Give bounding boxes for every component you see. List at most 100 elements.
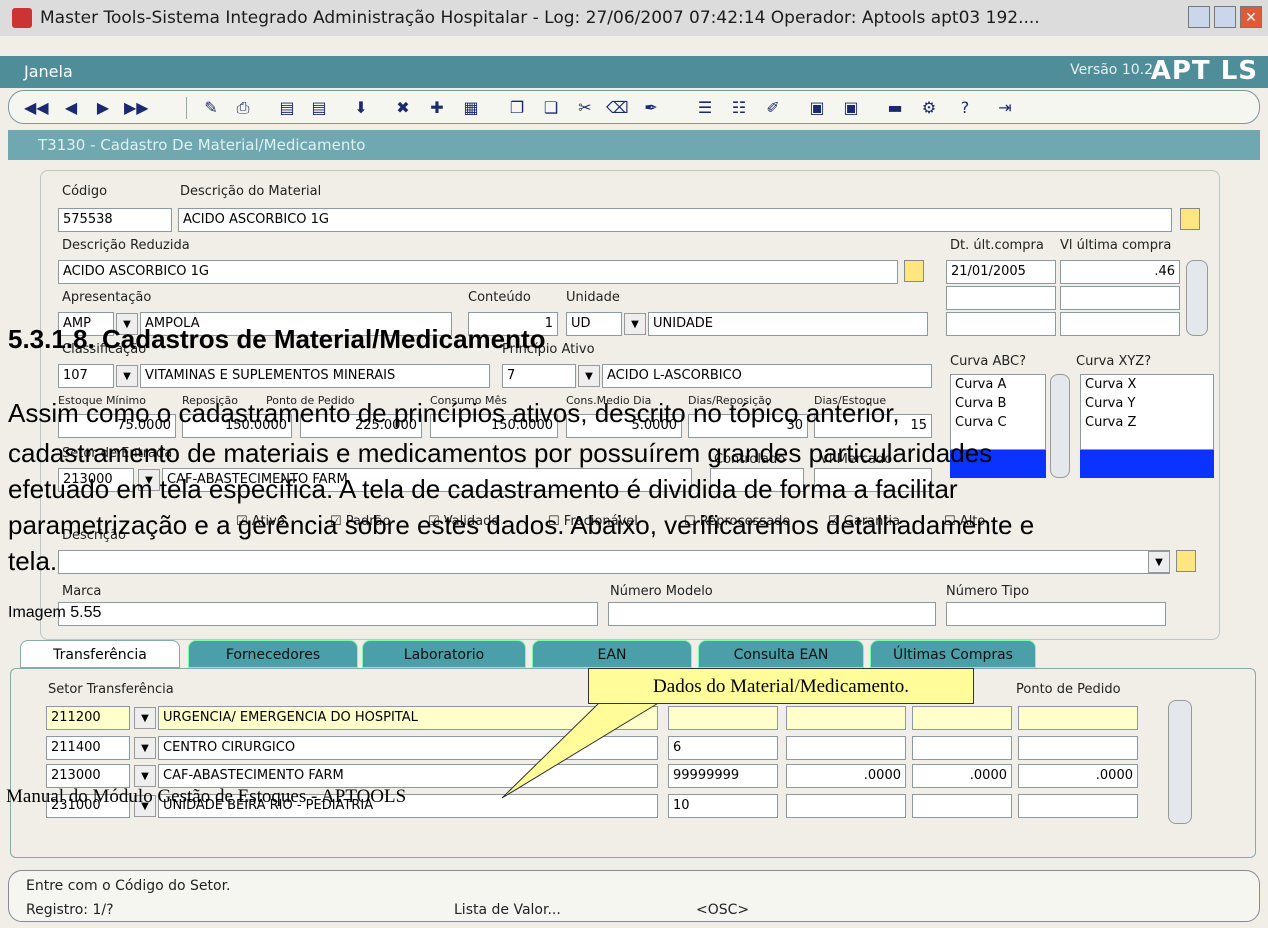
- close-icon[interactable]: ✕: [1240, 6, 1262, 28]
- document-line: tela.: [8, 546, 58, 576]
- classificacao-code-field[interactable]: 107: [58, 364, 114, 388]
- curva-xyz-list[interactable]: Curva X Curva Y Curva Z: [1080, 374, 1214, 450]
- list-icon[interactable]: ☰: [694, 97, 716, 119]
- help-icon[interactable]: ?: [954, 97, 976, 119]
- principio-desc-field[interactable]: ACIDO L-ASCORBICO: [602, 364, 932, 388]
- query-icon[interactable]: ▤: [276, 97, 298, 119]
- next-record-icon[interactable]: ▶: [92, 97, 114, 119]
- note-icon[interactable]: [1176, 550, 1196, 572]
- vl-ult-field[interactable]: .46: [1060, 260, 1180, 284]
- chevron-down-icon[interactable]: ▼: [134, 737, 156, 759]
- tab-transferencia[interactable]: Transferência: [20, 640, 180, 668]
- dt-ult-field-3[interactable]: [946, 312, 1056, 336]
- clear-icon[interactable]: ⌫: [606, 97, 629, 119]
- marker-icon[interactable]: ✐: [762, 97, 784, 119]
- tab-consulta-ean[interactable]: Consulta EAN: [698, 640, 864, 668]
- descricao-field[interactable]: ACIDO ASCORBICO 1G: [178, 208, 1172, 232]
- vl-ult-field-3[interactable]: [1060, 312, 1180, 336]
- save-icon[interactable]: ⬇: [350, 97, 372, 119]
- grid-cell[interactable]: .0000: [786, 764, 906, 788]
- unidade-label: Unidade: [566, 290, 620, 305]
- list-item[interactable]: Curva C: [951, 413, 1045, 432]
- scrollbar[interactable]: [1168, 700, 1192, 824]
- list-item[interactable]: Curva A: [951, 375, 1045, 394]
- chevron-down-icon[interactable]: ▼: [624, 313, 646, 335]
- numero-modelo-field[interactable]: [608, 602, 936, 626]
- grid-cell[interactable]: [786, 736, 906, 760]
- dt-ult-field[interactable]: 21/01/2005: [946, 260, 1056, 284]
- grid-cell[interactable]: [912, 736, 1012, 760]
- grid-cell[interactable]: [1018, 736, 1138, 760]
- vl-ult-field-2[interactable]: [1060, 286, 1180, 310]
- copy-icon[interactable]: ❐: [506, 97, 528, 119]
- window2-icon[interactable]: ▣: [840, 97, 862, 119]
- minimize-icon[interactable]: [1188, 6, 1210, 28]
- grid-setor-code[interactable]: 213000: [46, 764, 130, 788]
- aptools-logo: APT LS: [1150, 56, 1258, 86]
- curva-xyz-selection: [1080, 450, 1214, 478]
- descricao2-field[interactable]: [58, 550, 1170, 574]
- grid-cell[interactable]: 6: [668, 736, 778, 760]
- maximize-icon[interactable]: [1214, 6, 1236, 28]
- grid-cell[interactable]: [786, 706, 906, 730]
- tab-laboratorio[interactable]: Laboratorio: [362, 640, 526, 668]
- chevron-down-icon[interactable]: ▼: [134, 707, 156, 729]
- tab-ultimas-compras[interactable]: Últimas Compras: [870, 640, 1036, 668]
- grid-cell[interactable]: [912, 706, 1012, 730]
- insert-record-icon[interactable]: ✚: [426, 97, 448, 119]
- classificacao-desc-field[interactable]: VITAMINAS E SUPLEMENTOS MINERAIS: [140, 364, 490, 388]
- grid-cell[interactable]: [1018, 794, 1138, 818]
- grid-cell[interactable]: .0000: [912, 764, 1012, 788]
- reduzida-field[interactable]: ACIDO ASCORBICO 1G: [58, 260, 898, 284]
- chevron-down-icon[interactable]: ▼: [1148, 551, 1170, 573]
- principio-code-field[interactable]: 7: [502, 364, 576, 388]
- list-item[interactable]: Curva Z: [1081, 413, 1213, 432]
- grid-cell[interactable]: [912, 794, 1012, 818]
- tools-icon[interactable]: ⚙: [918, 97, 940, 119]
- note-icon[interactable]: [1180, 208, 1200, 230]
- cut-icon[interactable]: ✂: [574, 97, 596, 119]
- tab-ean[interactable]: EAN: [532, 640, 692, 668]
- list-item[interactable]: Curva X: [1081, 375, 1213, 394]
- report-icon[interactable]: ☷: [728, 97, 750, 119]
- paste-icon[interactable]: ❏: [540, 97, 562, 119]
- grid-cell[interactable]: [1018, 706, 1138, 730]
- exit-icon[interactable]: ⇥: [994, 97, 1016, 119]
- scrollbar[interactable]: [1050, 374, 1070, 478]
- previous-record-icon[interactable]: ◀: [60, 97, 82, 119]
- print-icon[interactable]: ⎙: [232, 97, 254, 119]
- pen-icon[interactable]: ✒: [640, 97, 662, 119]
- grid-cell[interactable]: 10: [668, 794, 778, 818]
- grid-icon[interactable]: ▦: [460, 97, 482, 119]
- numero-tipo-field[interactable]: [946, 602, 1166, 626]
- chevron-down-icon[interactable]: ▼: [116, 365, 138, 387]
- last-record-icon[interactable]: ▶▶: [124, 97, 149, 119]
- delete-record-icon[interactable]: ✖: [392, 97, 414, 119]
- grid-setor-code[interactable]: 211400: [46, 736, 130, 760]
- window-icon[interactable]: ▣: [806, 97, 828, 119]
- first-record-icon[interactable]: ◀◀: [24, 97, 49, 119]
- tab-fornecedores[interactable]: Fornecedores: [188, 640, 358, 668]
- marca-field[interactable]: [58, 602, 598, 626]
- unidade-desc-field[interactable]: UNIDADE: [648, 312, 928, 336]
- grid-cell[interactable]: [668, 706, 778, 730]
- dt-ult-field-2[interactable]: [946, 286, 1056, 310]
- chevron-down-icon[interactable]: ▼: [134, 765, 156, 787]
- grid-cell[interactable]: .0000: [1018, 764, 1138, 788]
- scrollbar[interactable]: [1186, 260, 1208, 336]
- grid-setor-code[interactable]: 211200: [46, 706, 130, 730]
- grid-cell[interactable]: 99999999: [668, 764, 778, 788]
- descricao-label: Descrição do Material: [180, 184, 322, 199]
- query-help-icon[interactable]: ▤: [308, 97, 330, 119]
- chevron-down-icon[interactable]: ▼: [578, 365, 600, 387]
- codigo-field[interactable]: 575538: [58, 208, 172, 232]
- list-item[interactable]: Curva Y: [1081, 394, 1213, 413]
- dt-ult-label: Dt. últ.compra: [950, 238, 1044, 253]
- list-item[interactable]: Curva B: [951, 394, 1045, 413]
- grid-cell[interactable]: [786, 794, 906, 818]
- menu-janela[interactable]: Janela: [24, 62, 73, 81]
- edit-icon[interactable]: ✎: [200, 97, 222, 119]
- unidade-code-field[interactable]: UD: [566, 312, 622, 336]
- note-icon[interactable]: [904, 260, 924, 282]
- minimize-form-icon[interactable]: ▬: [884, 97, 906, 119]
